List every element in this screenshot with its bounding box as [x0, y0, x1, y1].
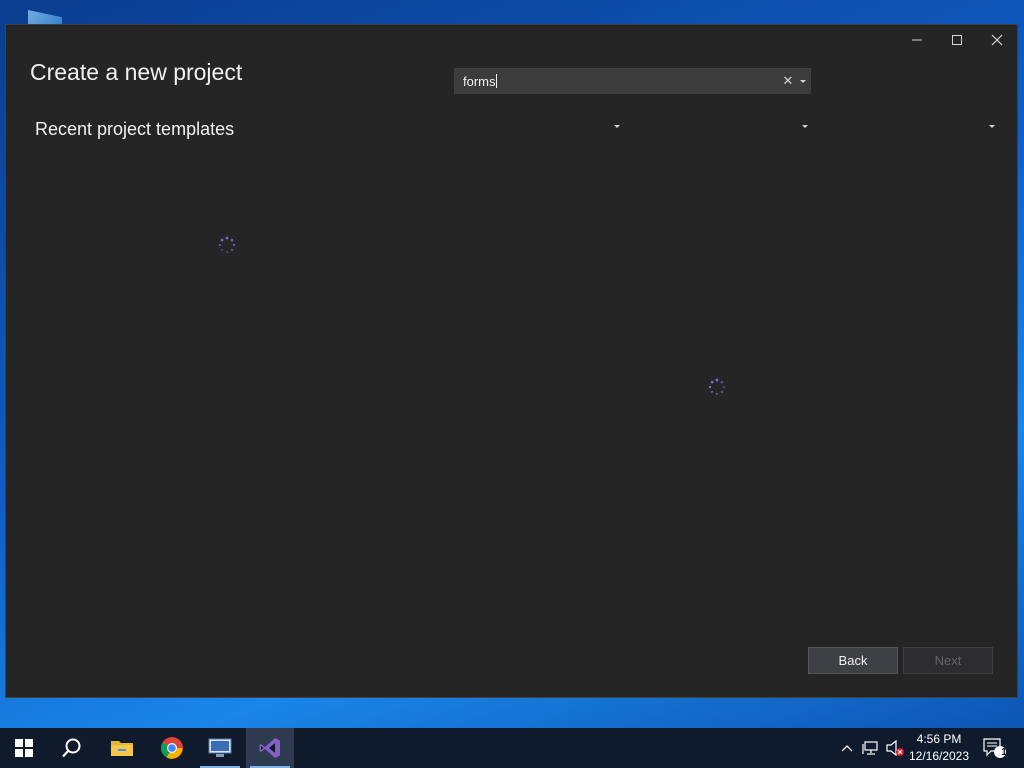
chevron-down-icon [614, 124, 620, 128]
network-icon [862, 741, 878, 755]
clear-search-button[interactable]: ✕ [780, 73, 796, 89]
action-center-button[interactable]: 1 [980, 728, 1008, 768]
start-button[interactable] [0, 728, 48, 768]
file-explorer-icon [111, 741, 133, 756]
template-search-box[interactable]: forms ✕ [454, 68, 811, 94]
search-input[interactable]: forms [455, 73, 780, 89]
project-type-filter-dropdown[interactable] [830, 115, 995, 137]
network-status-button[interactable] [860, 728, 882, 768]
chrome-icon [161, 737, 183, 759]
loading-spinner-icon [707, 377, 727, 397]
search-history-dropdown[interactable] [796, 79, 810, 83]
create-project-dialog: Create a new project Recent project temp… [5, 24, 1018, 698]
back-button[interactable]: Back [808, 647, 898, 674]
notification-count-badge: 1 [1001, 747, 1007, 758]
chevron-down-icon [800, 79, 806, 83]
minimize-button[interactable] [897, 25, 937, 55]
taskbar-chrome[interactable] [148, 728, 196, 768]
close-button[interactable] [977, 25, 1017, 55]
language-filter-dropdown[interactable] [455, 115, 620, 137]
show-hidden-icons-button[interactable] [838, 728, 856, 768]
next-button[interactable]: Next [903, 647, 993, 674]
chevron-down-icon [989, 124, 995, 128]
loading-spinner-icon [217, 235, 237, 255]
taskbar: 4:56 PM 12/16/2023 1 [0, 728, 1024, 768]
taskbar-visual-studio[interactable] [246, 728, 294, 768]
clock-time: 4:56 PM [916, 732, 962, 746]
recent-templates-heading: Recent project templates [35, 119, 235, 139]
visual-studio-icon [259, 738, 280, 758]
search-value: forms [463, 73, 496, 89]
taskbar-clock[interactable]: 4:56 PM 12/16/2023 [902, 731, 976, 765]
chevron-up-icon [841, 745, 853, 752]
platform-filter-dropdown[interactable] [643, 115, 808, 137]
clock-date: 12/16/2023 [908, 749, 970, 763]
page-title: Create a new project [30, 59, 243, 85]
window-controls [897, 25, 1017, 55]
taskbar-search-button[interactable] [48, 728, 96, 768]
search-icon [62, 738, 81, 758]
close-icon [991, 34, 1003, 46]
maximize-icon [952, 35, 962, 45]
remote-desktop-icon [208, 738, 232, 757]
maximize-button[interactable] [937, 25, 977, 55]
taskbar-remote-desktop[interactable] [196, 728, 244, 768]
text-caret [495, 73, 497, 88]
taskbar-file-explorer[interactable] [98, 728, 146, 768]
windows-logo-icon [15, 739, 33, 757]
chevron-down-icon [802, 124, 808, 128]
minimize-icon [912, 39, 922, 41]
